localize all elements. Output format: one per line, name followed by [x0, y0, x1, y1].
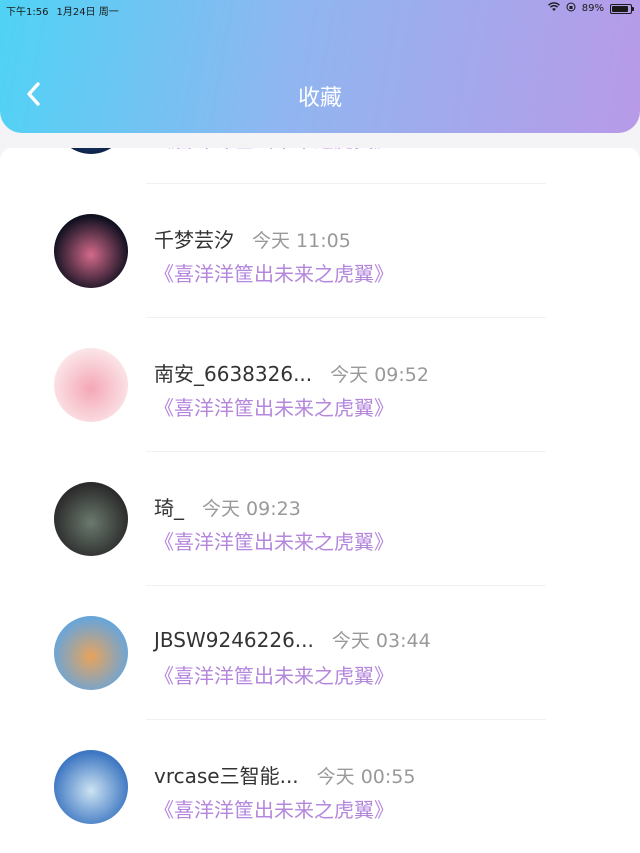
list-item[interactable]: 千梦芸汐 今天 11:05 《喜洋洋筐出未来之虎翼》 — [0, 172, 640, 318]
book-title-link[interactable]: 《喜洋洋筐出未来之虎翼》 — [154, 526, 394, 555]
user-name: vrcase三智能... — [154, 764, 299, 788]
book-title-link[interactable]: 《喜洋洋筐出未来之虎翼》 — [154, 392, 394, 421]
header-bar: 下午1:56 1月24日 周一 89% 收藏 — [0, 0, 640, 133]
timestamp: 今天 00:55 — [316, 766, 416, 788]
timestamp: 今天 03:44 — [331, 630, 431, 652]
book-title-link[interactable]: 《喜洋洋筐出未来之虎翼》 — [154, 660, 394, 689]
book-title-link[interactable]: 《喜洋洋筐出未来之虎翼》 — [154, 148, 394, 153]
avatar[interactable] — [54, 148, 128, 154]
orientation-lock-icon — [566, 2, 576, 15]
avatar[interactable] — [54, 482, 128, 556]
avatar[interactable] — [54, 214, 128, 288]
list-item[interactable]: JBSW9246226... 今天 03:44 《喜洋洋筐出未来之虎翼》 — [0, 574, 640, 720]
status-date: 1月24日 周一 — [56, 7, 119, 18]
user-name: 琦_ — [154, 496, 184, 520]
favorites-list: 《喜洋洋筐出未来之虎翼》千梦芸汐今天 11:05《喜洋洋筐出未来之虎翼》南安_6… — [0, 148, 640, 853]
battery-percent: 89% — [581, 3, 604, 14]
list-item[interactable]: 南安_6638326... 今天 09:52 《喜洋洋筐出未来之虎翼》 — [0, 306, 640, 452]
list-item[interactable]: 琦_ 今天 09:23 《喜洋洋筐出未来之虎翼》 — [0, 440, 640, 586]
status-bar: 下午1:56 1月24日 周一 89% — [0, 0, 640, 18]
timestamp: 今天 09:23 — [202, 498, 301, 520]
user-name: 南安_6638326... — [154, 362, 313, 386]
book-title-link[interactable]: 《喜洋洋筐出未来之虎翼》 — [154, 794, 394, 823]
user-name: JBSW9246226... — [154, 628, 314, 652]
list-item[interactable]: vrcase三智能... 今天 00:55 《喜洋洋筐出未来之虎翼》 — [0, 708, 640, 842]
avatar[interactable] — [54, 348, 128, 422]
wifi-icon — [547, 2, 560, 15]
avatar[interactable] — [54, 750, 128, 824]
list-item[interactable]: 《喜洋洋筐出未来之虎翼》 — [0, 148, 640, 184]
battery-icon — [610, 3, 634, 14]
timestamp: 今天 11:05 — [252, 230, 351, 252]
user-name: 千梦芸汐 — [154, 228, 234, 252]
avatar[interactable] — [54, 616, 128, 690]
book-title-link[interactable]: 《喜洋洋筐出未来之虎翼》 — [154, 258, 394, 287]
page-title: 收藏 — [297, 86, 342, 111]
status-time: 下午1:56 — [6, 7, 49, 18]
timestamp: 今天 09:52 — [330, 364, 429, 386]
